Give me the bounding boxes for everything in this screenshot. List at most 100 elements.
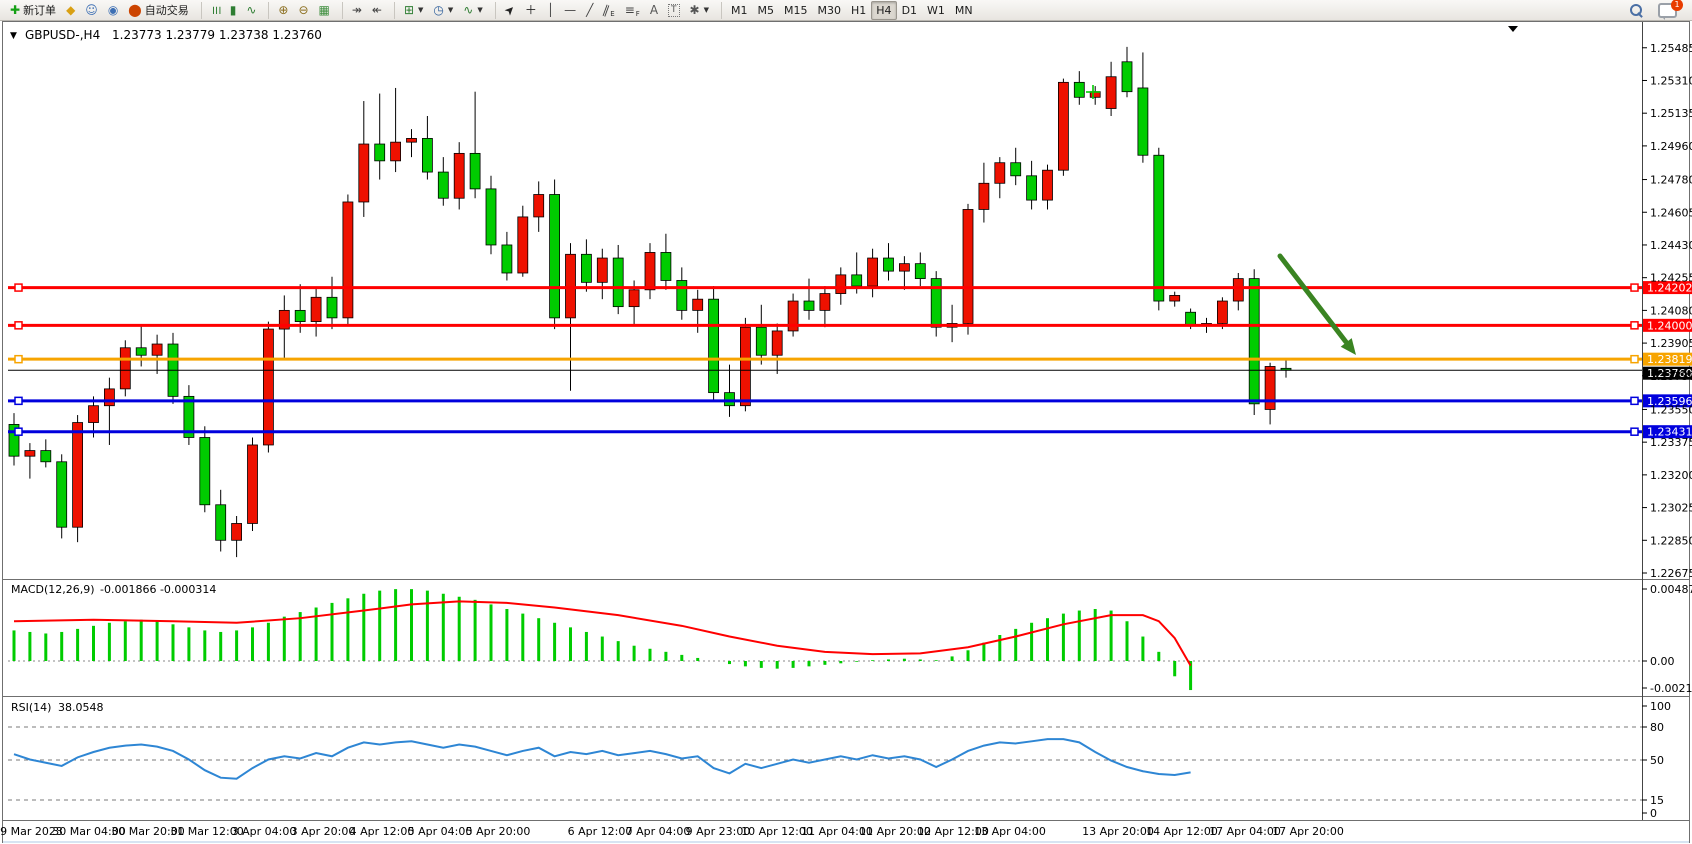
candle-body (915, 264, 925, 279)
line-handle[interactable] (15, 397, 22, 404)
button-label: W1 (927, 4, 945, 17)
timeframe-D1[interactable]: D1 (897, 1, 922, 20)
candle-body (120, 348, 130, 389)
candle-body (852, 275, 862, 286)
bar-chart-button[interactable]: ☰ (206, 1, 225, 20)
profiles-button[interactable]: ◷▼ (428, 1, 458, 20)
button-label: D1 (902, 4, 917, 17)
timeframe-M5[interactable]: M5 (753, 1, 780, 20)
autotrading-button-label: 自动交易 (145, 2, 189, 18)
vertical-line-button[interactable]: │ (542, 1, 559, 20)
search-icon[interactable] (1628, 2, 1644, 18)
price-tick-label: 1.24080 (1650, 304, 1692, 317)
price-tick-label: 1.23905 (1650, 337, 1692, 350)
equidistant-channel-button[interactable]: ∥E (598, 1, 619, 20)
symbol-dropdown-icon[interactable]: ▼ (10, 31, 17, 41)
candle-body (1138, 88, 1148, 155)
zoom-in-button[interactable]: ⊕ (273, 1, 293, 20)
line-handle[interactable] (1631, 322, 1638, 329)
arrows-button[interactable]: ✱▼ (685, 1, 714, 20)
button-label: MN (955, 4, 973, 17)
new-order-icon: ✚ (10, 2, 20, 19)
line-chart-button[interactable]: ∿ (241, 1, 261, 20)
new-chart-button[interactable]: ⊞▼ (399, 1, 428, 20)
macd-tick-label: -0.002187 (1650, 682, 1692, 695)
line-handle[interactable] (1631, 397, 1638, 404)
line-handle[interactable] (1631, 428, 1638, 435)
price-tick-label: 1.24605 (1650, 206, 1692, 219)
fibonacci-button[interactable]: ≡F (620, 1, 645, 20)
timeframe-M30[interactable]: M30 (813, 1, 847, 20)
text-label-icon: T (668, 4, 680, 17)
cursor-icon: ➤ (500, 0, 519, 19)
tile-windows-button[interactable]: ▦ (314, 1, 335, 20)
price-tick-label: 1.23550 (1650, 403, 1692, 416)
rsi-label: RSI(14) (11, 701, 51, 714)
rsi-tick-label: 0 (1650, 807, 1657, 820)
rsi-tick-label: 80 (1650, 721, 1664, 734)
candle-body (1154, 155, 1164, 301)
button-label: M1 (731, 4, 748, 17)
new-order-button[interactable]: ✚新订单 (5, 1, 61, 20)
price-tick-label: 1.23200 (1650, 469, 1692, 482)
zoom-out-button[interactable]: ⊖ (293, 1, 313, 20)
candlestick-chart-button[interactable]: ▮ (225, 1, 242, 20)
candle-body (311, 297, 321, 321)
zoom-in-icon: ⊕ (278, 2, 288, 19)
time-axis-label: 5 Apr 04:00 (408, 825, 473, 838)
horizontal-line-button[interactable]: — (559, 1, 581, 20)
text-label-button[interactable]: T (663, 1, 685, 20)
rsi-tick-label: 100 (1650, 700, 1671, 713)
candle-body (1217, 301, 1227, 323)
chat-tail (1661, 16, 1665, 20)
timeframe-W1[interactable]: W1 (922, 1, 950, 20)
candle-body (1265, 366, 1275, 409)
price-tick-label: 1.25135 (1650, 107, 1692, 120)
indicators-button[interactable]: ∿▼ (458, 1, 487, 20)
search-tail (1637, 12, 1643, 18)
candle-body (486, 189, 496, 245)
autotrading-icon: ⬤ (128, 2, 141, 19)
candle-body (1074, 82, 1084, 97)
timeframe-M15[interactable]: M15 (779, 1, 813, 20)
timeframe-MN[interactable]: MN (950, 1, 978, 20)
time-axis-label: 13 Apr 20:00 (1082, 825, 1154, 838)
notifications-icon[interactable]: 1 (1658, 3, 1677, 18)
cursor-button[interactable]: ➤ (500, 1, 520, 20)
candle-body (136, 348, 146, 355)
time-axis-label: 17 Apr 04:00 (1209, 825, 1281, 838)
timeframe-H4[interactable]: H4 (871, 1, 896, 20)
candle-body (327, 297, 337, 318)
macd-tick-label: 0.004875 (1650, 583, 1692, 596)
zoom-out-icon: ⊖ (298, 2, 308, 19)
toolbar-separator (490, 2, 496, 19)
timeframe-H1[interactable]: H1 (846, 1, 871, 20)
macd-label: MACD(12,26,9) (11, 583, 95, 596)
time-axis-label: 14 Apr 12:00 (1146, 825, 1218, 838)
candle-body (661, 252, 671, 280)
dropdown-caret-icon: ▼ (704, 6, 709, 14)
profile-button[interactable]: ☺ (80, 1, 103, 20)
text-button[interactable]: A (645, 1, 663, 20)
time-axis-label: 6 Apr 12:00 (568, 825, 633, 838)
line-handle[interactable] (1631, 356, 1638, 363)
line-handle[interactable] (15, 428, 22, 435)
chart-shift-button[interactable]: ↞ (367, 1, 387, 20)
crosshair-button[interactable]: ＋ (520, 1, 542, 20)
candle-body (1058, 82, 1068, 170)
candle-body (200, 437, 210, 504)
candle-body (1011, 163, 1021, 176)
trendline-button[interactable]: ╱ (581, 1, 598, 20)
market-watch-button[interactable]: ◆ (61, 1, 80, 20)
autotrading-button[interactable]: ⬤自动交易 (123, 1, 193, 20)
timeframe-M1[interactable]: M1 (726, 1, 753, 20)
auto-scroll-button[interactable]: ↠ (347, 1, 367, 20)
line-handle[interactable] (15, 284, 22, 291)
candle-body (756, 327, 766, 355)
toolbar-separator (716, 2, 722, 19)
signals-button[interactable]: ◉ (103, 1, 123, 20)
line-handle[interactable] (15, 322, 22, 329)
line-handle[interactable] (1631, 284, 1638, 291)
line-handle[interactable] (15, 356, 22, 363)
dropdown-caret-icon: ▼ (448, 6, 453, 14)
